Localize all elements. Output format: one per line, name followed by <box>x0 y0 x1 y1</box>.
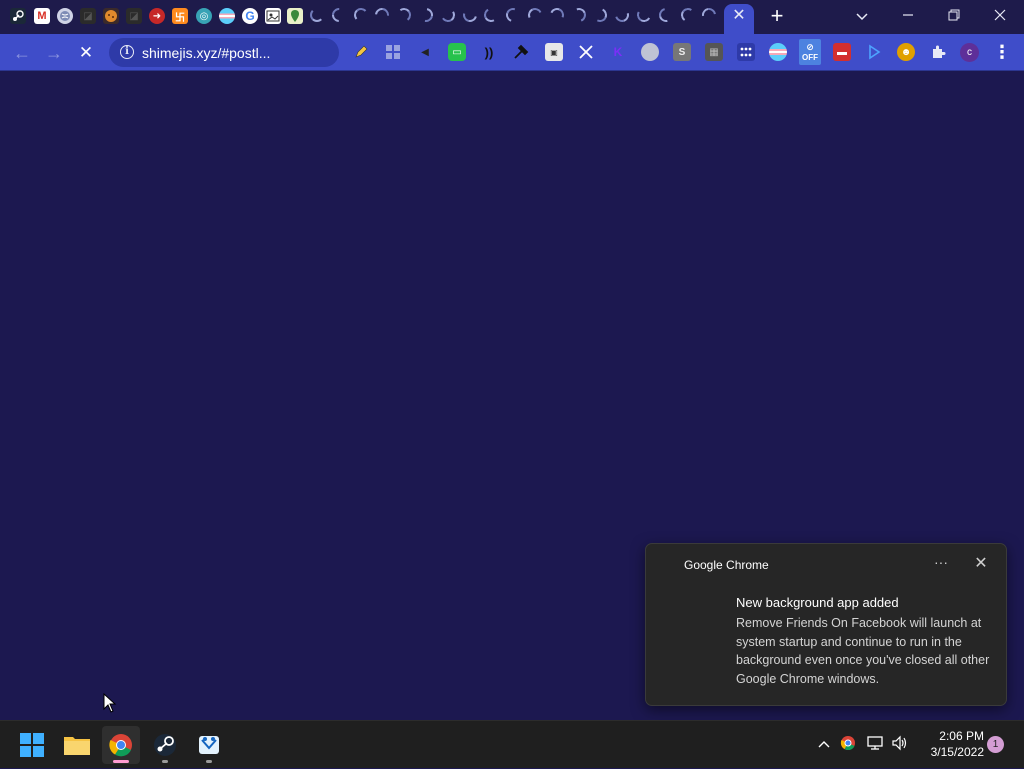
tools-extension-icon[interactable] <box>512 43 530 61</box>
tab-search-chevron-icon[interactable] <box>840 3 884 29</box>
clock-time: 2:06 PM <box>939 729 984 743</box>
url-text[interactable]: shimejis.xyz/#postl... <box>142 45 270 61</box>
flag-extension-icon[interactable] <box>769 43 787 61</box>
notification-toast[interactable]: Google Chrome ··· ✕ New background app a… <box>645 543 1007 706</box>
address-bar[interactable]: i shimejis.xyz/#postl... <box>109 38 339 67</box>
orange-logo-icon[interactable]: 卐 <box>172 8 188 24</box>
loading-tab-spinner-icon[interactable] <box>416 5 436 25</box>
gmail-icon[interactable]: M <box>34 8 50 24</box>
steam-icon[interactable] <box>10 8 26 24</box>
flag-icon[interactable] <box>219 8 235 24</box>
red-arrow-icon[interactable]: ➜ <box>149 8 165 24</box>
loading-tab-spinner-icon[interactable] <box>396 7 412 23</box>
play-extension-icon[interactable] <box>865 43 883 61</box>
volume-icon[interactable] <box>891 735 909 753</box>
steam-taskbar-icon[interactable] <box>146 726 184 764</box>
arrows-extension-icon[interactable] <box>577 43 595 61</box>
cloud-extension-icon[interactable] <box>641 43 659 61</box>
dark-extension-icon[interactable]: ▦ <box>705 43 723 61</box>
loading-tab-spinner-icon[interactable] <box>591 6 609 24</box>
loading-tab-spinner-icon[interactable] <box>699 5 719 25</box>
loading-tab-spinner-icon[interactable] <box>569 5 589 25</box>
loading-tab-spinner-icon[interactable] <box>547 5 567 25</box>
loading-tab-spinner-icon[interactable] <box>482 6 500 24</box>
minimize-button[interactable] <box>886 3 930 29</box>
chrome-menu-icon[interactable]: ⋮ <box>992 41 1012 63</box>
chat-extension-icon[interactable]: ▭ <box>448 43 466 61</box>
loading-tab-spinner-icon[interactable] <box>526 6 544 24</box>
more-options-icon[interactable]: ··· <box>930 555 952 573</box>
speaker-extension-icon[interactable]: ◀ <box>416 43 434 61</box>
map-icon[interactable] <box>287 8 303 24</box>
chrome-taskbar-icon[interactable] <box>102 726 140 764</box>
loading-tab-spinner-icon[interactable] <box>679 6 697 24</box>
clock-date: 3/15/2022 <box>930 745 984 759</box>
dark-tile-icon[interactable]: ◪ <box>80 8 96 24</box>
loading-tab-spinner-icon[interactable] <box>329 5 349 25</box>
s-extension-icon[interactable]: S <box>673 43 691 61</box>
loading-tab-spinner-icon[interactable] <box>372 5 392 25</box>
google-icon[interactable]: G <box>242 8 258 24</box>
profile-avatar[interactable]: c <box>960 43 979 62</box>
loading-tab-spinner-icon[interactable] <box>656 5 676 25</box>
off-badge-label: OFF <box>802 53 818 62</box>
red-card-extension-icon[interactable]: ▬ <box>833 43 851 61</box>
globe-icon[interactable] <box>57 8 73 24</box>
loading-tab-spinner-icon[interactable] <box>612 5 632 25</box>
teal-circle-icon[interactable]: ◎ <box>196 8 212 24</box>
extensions-puzzle-icon[interactable] <box>929 43 947 61</box>
loading-tab-spinner-icon[interactable] <box>460 5 480 25</box>
k-extension-icon[interactable]: K <box>609 43 627 61</box>
back-arrow-icon[interactable]: ← <box>9 40 35 66</box>
windows-taskbar: 2:06 PM 3/15/2022 1 <box>0 720 1024 768</box>
file-explorer-icon[interactable] <box>58 726 96 764</box>
notification-title: New background app added <box>736 595 899 610</box>
loading-tab-spinner-icon[interactable] <box>353 7 369 23</box>
face-extension-icon[interactable]: ☻ <box>897 43 915 61</box>
close-tab-icon[interactable]: ✕ <box>730 7 748 25</box>
off-extension-icon[interactable]: ⊘ OFF <box>799 39 821 65</box>
notification-app-name: Google Chrome <box>684 558 769 572</box>
pencil-extension-icon[interactable] <box>352 43 370 61</box>
loading-tab-spinner-icon[interactable] <box>310 8 324 22</box>
restore-button[interactable] <box>932 3 976 29</box>
dots-extension-icon[interactable] <box>737 43 755 61</box>
loading-tab-spinner-icon[interactable] <box>635 6 653 24</box>
mouse-cursor-icon <box>103 693 117 713</box>
chrome-tray-icon[interactable] <box>839 735 857 753</box>
cookie-icon[interactable] <box>103 8 119 24</box>
tab-strip: M ◪ ◪ ➜ 卐 ◎ G ✕ + <box>0 0 1024 34</box>
close-notification-icon[interactable]: ✕ <box>972 555 990 573</box>
notification-body: Remove Friends On Facebook will launch a… <box>736 616 990 686</box>
close-window-button[interactable] <box>978 3 1022 29</box>
loading-tab-spinner-icon[interactable] <box>503 5 523 25</box>
show-hidden-icons-chevron-icon[interactable] <box>815 735 833 753</box>
start-button[interactable] <box>13 726 51 764</box>
new-tab-button[interactable]: + <box>766 5 788 28</box>
forward-arrow-icon[interactable]: → <box>41 40 67 66</box>
rss-extension-icon[interactable]: )) <box>480 43 498 61</box>
site-info-icon[interactable]: i <box>120 45 134 59</box>
grid-extension-icon[interactable] <box>384 43 402 61</box>
shimeji-taskbar-icon[interactable] <box>190 726 228 764</box>
stop-loading-icon[interactable]: ✕ <box>73 40 99 66</box>
browser-toolbar: ← → ✕ i shimejis.xyz/#postl... ☆ ◀ ▭ )) … <box>0 34 1024 94</box>
notification-count-badge[interactable]: 1 <box>987 736 1004 753</box>
loading-tab-spinner-icon[interactable] <box>439 6 457 24</box>
dark-tile-icon[interactable]: ◪ <box>126 8 142 24</box>
image-extension-icon[interactable]: ▣ <box>545 43 563 61</box>
photo-icon[interactable] <box>265 8 281 24</box>
taskbar-clock[interactable]: 2:06 PM 3/15/2022 <box>916 728 984 760</box>
network-icon[interactable] <box>866 735 884 753</box>
